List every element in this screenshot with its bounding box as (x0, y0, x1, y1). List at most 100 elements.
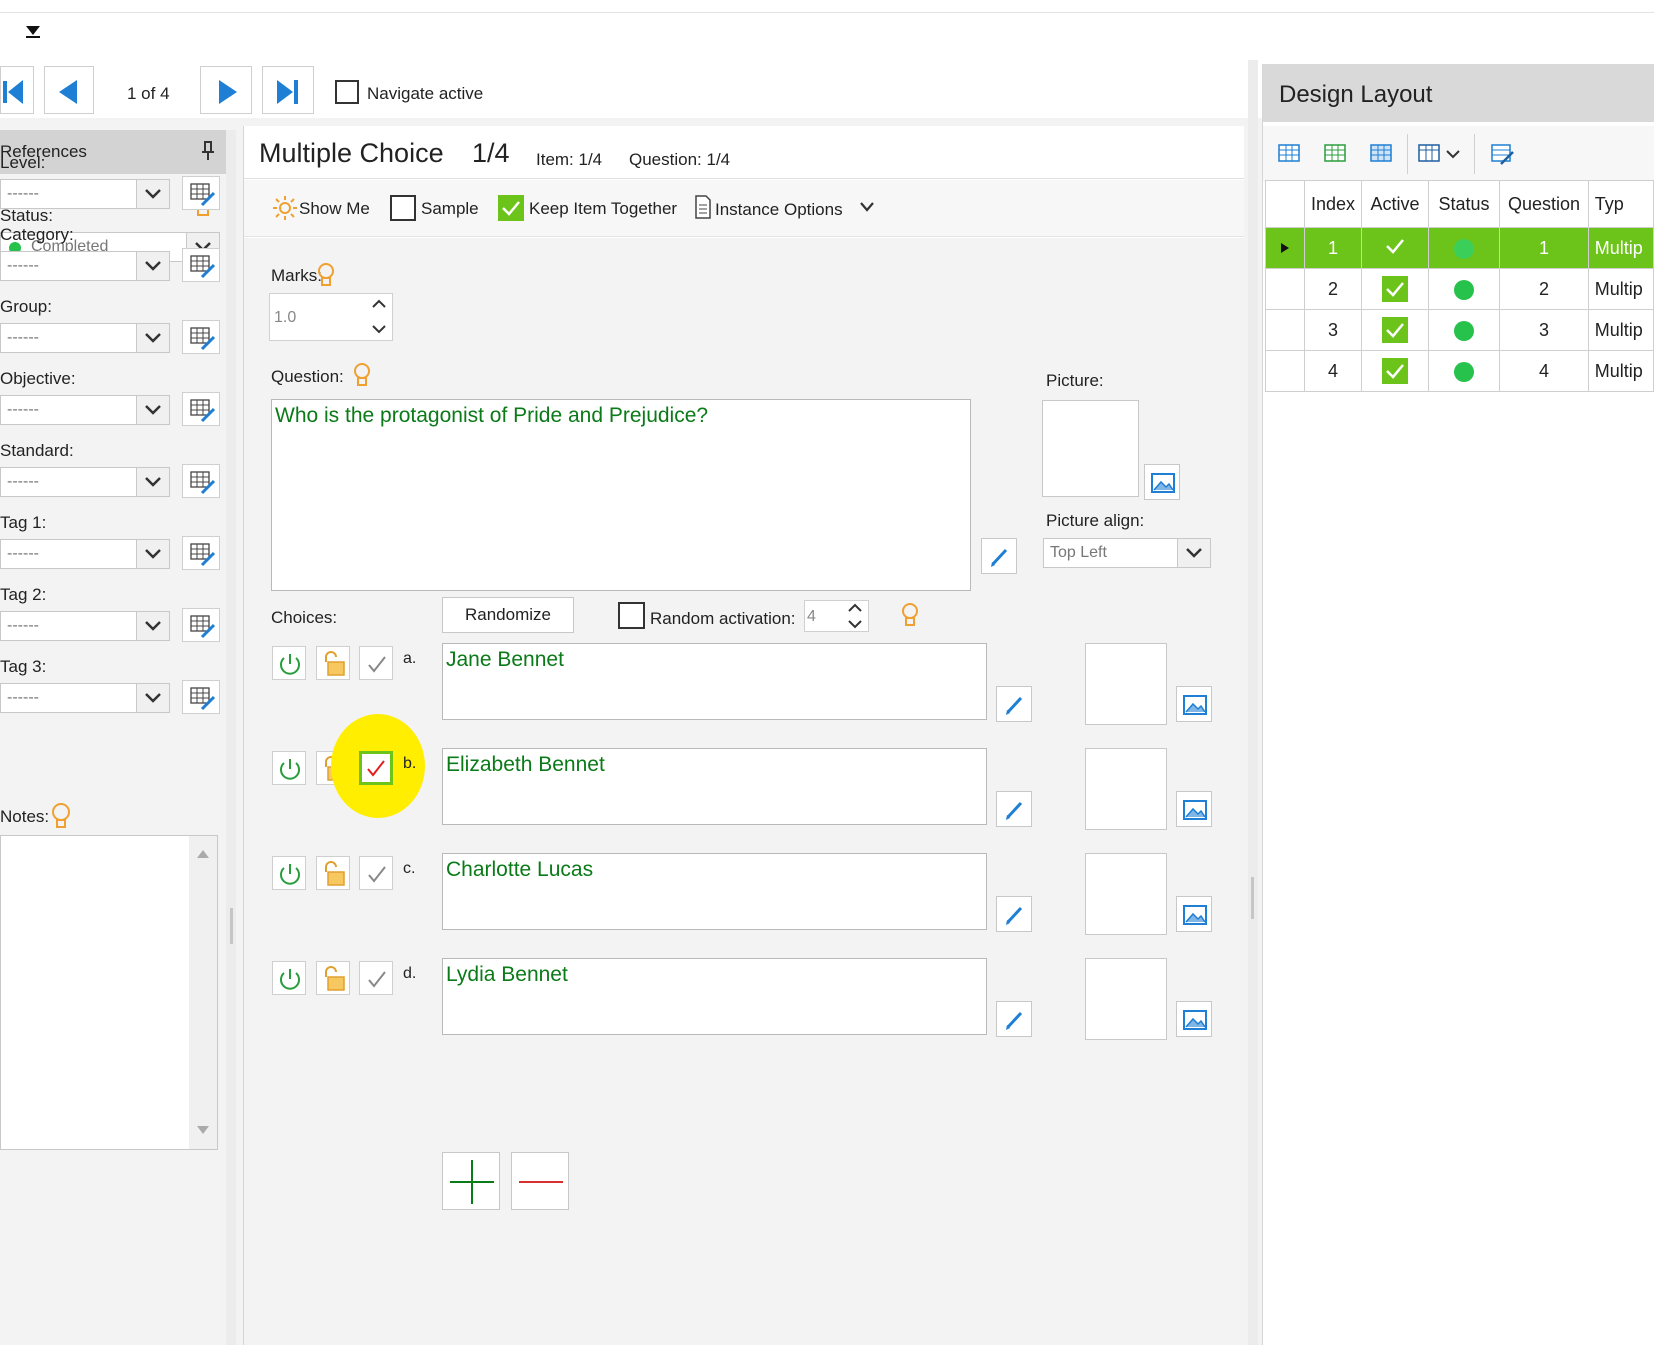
keep-item-together-checkbox[interactable] (498, 195, 524, 221)
choice-picture-button[interactable] (1176, 686, 1212, 722)
standard-select[interactable]: ------ (0, 467, 170, 497)
edit-choice-button[interactable] (996, 791, 1032, 827)
previous-record-button[interactable] (44, 66, 94, 114)
navigate-active-checkbox[interactable] (335, 80, 359, 104)
spin-down-icon[interactable] (847, 618, 863, 630)
active-cell[interactable] (1361, 350, 1429, 392)
choice-textbox[interactable]: Charlotte Lucas (442, 853, 987, 930)
choice-correct-toggle[interactable] (359, 961, 393, 995)
column-header-question[interactable]: Question (1499, 180, 1589, 228)
choice-picture-button[interactable] (1176, 896, 1212, 932)
active-cell[interactable] (1361, 268, 1429, 310)
scroll-down-icon[interactable] (197, 1126, 209, 1136)
column-header-status[interactable]: Status (1427, 180, 1501, 228)
spin-up-icon[interactable] (847, 602, 863, 614)
choice-activate-button[interactable] (272, 961, 306, 995)
grid-row[interactable]: 4 4 Multip (1265, 350, 1654, 392)
column-header-index[interactable]: Index (1303, 180, 1363, 228)
choice-picture-button[interactable] (1176, 1001, 1212, 1037)
chevron-down-icon[interactable] (858, 200, 876, 214)
marks-hint-bulb-icon[interactable] (316, 262, 336, 290)
row-selector[interactable] (1265, 268, 1305, 310)
choice-picture-box[interactable] (1085, 958, 1167, 1040)
category-select[interactable]: ------ (0, 251, 170, 281)
question-hint-bulb-icon[interactable] (352, 362, 372, 390)
scroll-up-icon[interactable] (197, 848, 209, 858)
column-header-active[interactable]: Active (1361, 180, 1429, 228)
choice-correct-toggle[interactable] (359, 856, 393, 890)
active-checkbox[interactable] (1382, 317, 1409, 343)
edit-question-button[interactable] (981, 538, 1017, 574)
table-blue-icon[interactable] (1278, 144, 1300, 162)
objective-edit-button[interactable] (182, 392, 220, 426)
tag-3-select[interactable]: ------ (0, 683, 170, 713)
notes-textarea[interactable] (0, 835, 218, 1150)
edit-choice-button[interactable] (996, 1001, 1032, 1037)
question-textbox[interactable]: Who is the protagonist of Pride and Prej… (271, 399, 971, 591)
remove-choice-button[interactable] (511, 1152, 569, 1210)
table-green-icon[interactable] (1324, 144, 1346, 162)
table-filled-icon[interactable] (1370, 144, 1392, 162)
add-choice-button[interactable] (442, 1152, 500, 1210)
tag-1-edit-button[interactable] (182, 536, 220, 570)
panel-splitter[interactable] (226, 130, 236, 1345)
active-checkbox[interactable] (1382, 276, 1409, 302)
category-edit-button[interactable] (182, 248, 220, 282)
tag-2-select[interactable]: ------ (0, 611, 170, 641)
tag-3-edit-button[interactable] (182, 680, 220, 714)
choice-textbox[interactable]: Elizabeth Bennet (442, 748, 987, 825)
choice-picture-box[interactable] (1085, 853, 1167, 935)
right-splitter[interactable] (1248, 60, 1258, 1345)
last-record-button[interactable] (262, 66, 314, 114)
show-me-button[interactable]: Show Me (299, 199, 370, 219)
choice-picture-box[interactable] (1085, 643, 1167, 725)
choice-picture-box[interactable] (1085, 748, 1167, 830)
active-cell[interactable] (1361, 309, 1429, 351)
tag-1-select[interactable]: ------ (0, 539, 170, 569)
spin-up-icon[interactable] (371, 298, 387, 310)
edit-choice-button[interactable] (996, 686, 1032, 722)
randomize-button[interactable]: Randomize (442, 597, 574, 633)
question-picture-button[interactable] (1144, 464, 1180, 500)
instance-options-button[interactable]: Instance Options (715, 200, 843, 220)
question-picture-box[interactable] (1042, 400, 1139, 497)
edit-layout-icon[interactable] (1491, 142, 1515, 166)
group-edit-button[interactable] (182, 320, 220, 354)
standard-edit-button[interactable] (182, 464, 220, 498)
columns-icon[interactable] (1418, 144, 1440, 162)
choice-lock-button[interactable] (316, 646, 350, 680)
choice-picture-button[interactable] (1176, 791, 1212, 827)
grid-row[interactable]: 2 2 Multip (1265, 268, 1654, 310)
first-record-button[interactable] (0, 66, 34, 114)
grid-row[interactable]: 1 1 Multip (1265, 227, 1654, 269)
customize-dropdown-icon[interactable] (26, 26, 40, 35)
random-activation-checkbox[interactable] (618, 602, 645, 629)
spin-down-icon[interactable] (371, 323, 387, 335)
row-selector[interactable] (1265, 227, 1305, 269)
choice-textbox[interactable]: Lydia Bennet (442, 958, 987, 1035)
row-selector[interactable] (1265, 309, 1305, 351)
choice-activate-button[interactable] (272, 856, 306, 890)
notes-scrollbar[interactable] (189, 836, 217, 1149)
level-select[interactable]: ------ (0, 179, 170, 209)
chevron-down-icon[interactable] (1445, 148, 1461, 160)
choice-textbox[interactable]: Jane Bennet (442, 643, 987, 720)
row-selector[interactable] (1265, 350, 1305, 392)
next-record-button[interactable] (200, 66, 252, 114)
objective-select[interactable]: ------ (0, 395, 170, 425)
column-header-type[interactable]: Typ (1587, 180, 1654, 228)
tag-2-edit-button[interactable] (182, 608, 220, 642)
grid-row[interactable]: 3 3 Multip (1265, 309, 1654, 351)
choice-lock-button[interactable] (316, 856, 350, 890)
level-edit-button[interactable] (182, 176, 220, 210)
random-activation-hint-bulb-icon[interactable] (900, 602, 920, 630)
choice-lock-button[interactable] (316, 961, 350, 995)
pin-icon[interactable] (200, 140, 216, 162)
marks-spinner[interactable]: 1.0 (269, 293, 393, 341)
edit-choice-button[interactable] (996, 896, 1032, 932)
group-select[interactable]: ------ (0, 323, 170, 353)
choice-correct-toggle[interactable] (359, 646, 393, 680)
active-checkbox[interactable] (1382, 358, 1409, 384)
picture-align-select[interactable]: Top Left (1043, 538, 1211, 568)
sample-checkbox[interactable] (390, 195, 416, 221)
